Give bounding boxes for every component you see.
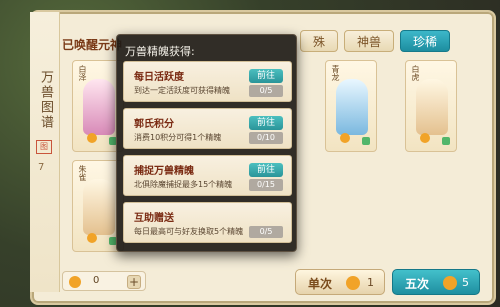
card-tag: 白泽	[78, 65, 87, 81]
source-desc: 北俱除魔捕捉最多15个精魄	[134, 180, 233, 189]
summon-once-button[interactable]: 单次 1	[295, 269, 385, 295]
source-desc: 到达一定活跃度可获得精魄	[134, 86, 230, 95]
card-tag: 青龙	[331, 65, 340, 81]
go-button[interactable]: 前往	[249, 163, 283, 177]
summon-five-count: 5	[462, 276, 469, 289]
currency-field: 0 +	[62, 271, 146, 291]
beast-figure	[83, 79, 115, 135]
currency-value: 0	[93, 275, 100, 286]
side-title-panel: 万兽图谱 图 7	[30, 12, 60, 292]
coin-icon	[87, 133, 97, 143]
coin-icon	[340, 133, 350, 143]
coin-icon	[420, 133, 430, 143]
go-button[interactable]: 前往	[249, 69, 283, 83]
beast-figure	[83, 179, 115, 235]
tab-bar: 殊 神兽 珍稀	[300, 30, 451, 52]
summon-once-label: 单次	[308, 277, 333, 291]
summon-five-button[interactable]: 五次 5	[392, 269, 480, 295]
page-number: 7	[38, 162, 45, 173]
beast-figure	[336, 79, 368, 135]
progress-label: 0/15	[249, 179, 283, 191]
beast-card-3[interactable]: 白虎	[405, 60, 457, 152]
card-tag: 白虎	[411, 65, 420, 81]
plus-icon	[442, 137, 450, 145]
beast-card-2[interactable]: 青龙	[325, 60, 377, 152]
plus-icon	[362, 137, 370, 145]
summon-five-label: 五次	[405, 277, 430, 291]
tab-rare[interactable]: 珍稀	[400, 30, 451, 52]
add-currency-button[interactable]: +	[127, 275, 141, 289]
coin-icon	[443, 276, 457, 290]
source-desc: 每日最高可与好友换取5个精魄	[134, 227, 244, 236]
go-button[interactable]: 前往	[249, 116, 283, 130]
source-name: 互助赠送	[134, 213, 174, 224]
side-title: 万兽图谱	[38, 70, 53, 130]
coin-icon	[346, 276, 360, 290]
acquire-dialog: 万兽精魄获得: 每日活跃度 到达一定活跃度可获得精魄 前往 0/5 郭氏积分 消…	[116, 34, 297, 252]
progress-label: 0/10	[249, 132, 283, 144]
coin-icon	[87, 233, 97, 243]
coin-icon	[69, 276, 81, 288]
source-row: 捕捉万兽精魄 北俱除魔捕捉最多15个精魄 前往 0/15	[123, 155, 292, 196]
summon-once-count: 1	[367, 276, 374, 289]
source-name: 郭氏积分	[134, 119, 174, 130]
card-tag: 朱雀	[78, 165, 87, 181]
source-row: 每日活跃度 到达一定活跃度可获得精魄 前往 0/5	[123, 61, 292, 102]
dialog-title: 万兽精魄获得:	[125, 45, 195, 58]
tab-0[interactable]: 殊	[300, 30, 339, 52]
tab-beasts[interactable]: 神兽	[344, 30, 395, 52]
source-desc: 消费10积分可得1个精魄	[134, 133, 222, 142]
source-name: 捕捉万兽精魄	[134, 166, 194, 177]
progress-label: 0/5	[249, 226, 283, 238]
awakened-label: 已唤醒元神	[62, 38, 123, 52]
source-row: 郭氏积分 消费10积分可得1个精魄 前往 0/10	[123, 108, 292, 149]
source-name: 每日活跃度	[134, 72, 184, 83]
source-row: 互助赠送 每日最高可与好友换取5个精魄 0/5	[123, 202, 292, 243]
seal-stamp: 图	[36, 140, 52, 154]
beast-figure	[416, 79, 448, 135]
progress-label: 0/5	[249, 85, 283, 97]
